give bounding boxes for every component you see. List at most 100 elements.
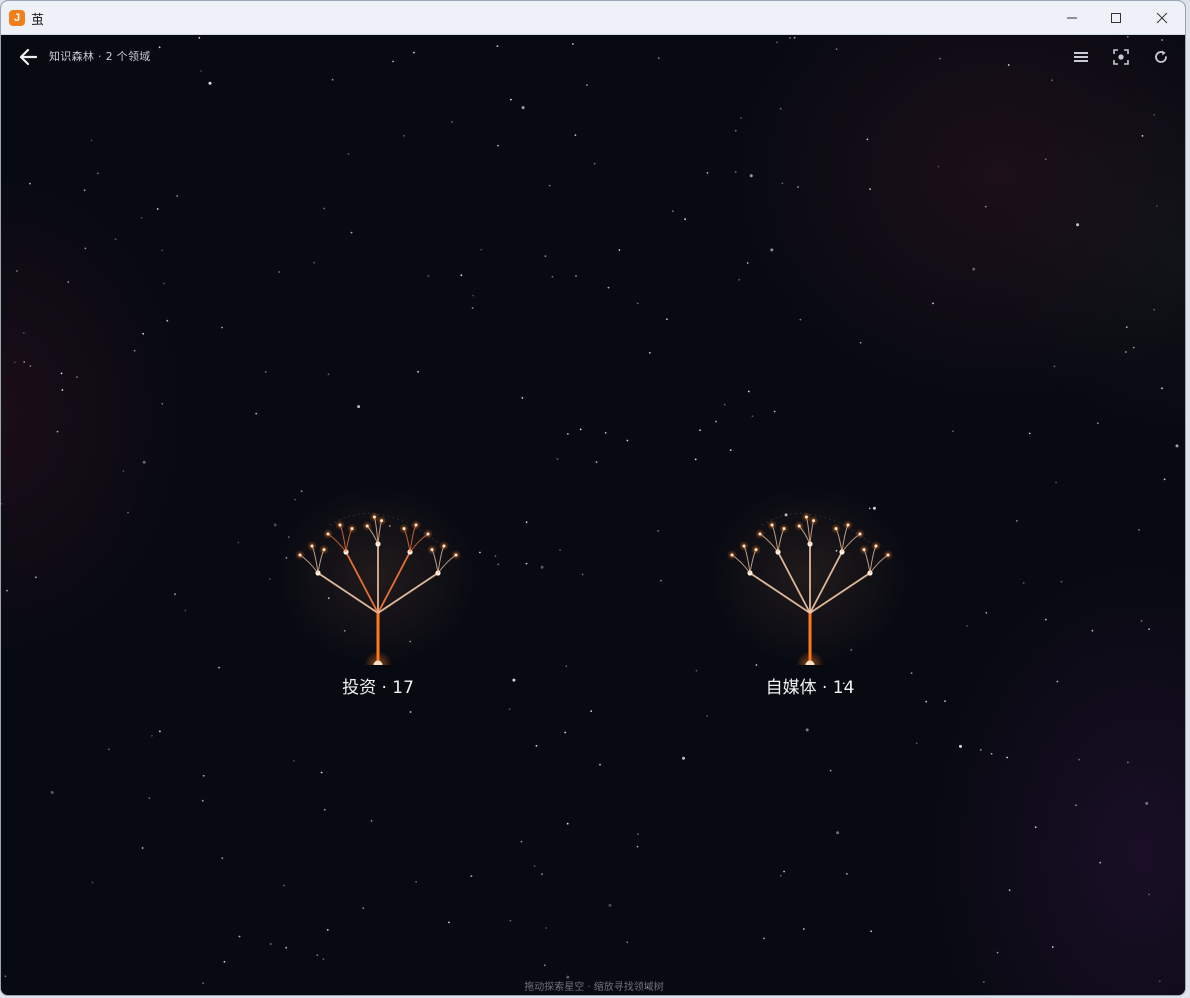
- star: [636, 302, 639, 305]
- star: [575, 275, 577, 277]
- star: [626, 439, 629, 442]
- star: [97, 172, 99, 175]
- star: [915, 742, 918, 745]
- star: [521, 397, 524, 399]
- star: [508, 708, 511, 711]
- star: [559, 549, 561, 552]
- title-bar[interactable]: J 茧: [1, 1, 1185, 35]
- leaf-node: [380, 519, 384, 523]
- star: [392, 60, 394, 63]
- starfield: [1, 35, 1179, 995]
- minimize-button[interactable]: [1049, 1, 1095, 35]
- leaf-node: [812, 519, 816, 523]
- star: [350, 231, 353, 234]
- star: [1145, 801, 1149, 805]
- star: [6, 589, 8, 592]
- close-button[interactable]: [1139, 1, 1185, 35]
- star: [1126, 35, 1129, 38]
- star: [60, 372, 63, 375]
- star: [320, 771, 323, 774]
- star: [159, 730, 161, 733]
- star: [285, 946, 288, 949]
- star: [362, 907, 365, 910]
- star: [1022, 582, 1025, 584]
- star: [331, 78, 334, 81]
- star: [1044, 618, 1047, 621]
- star: [278, 271, 281, 273]
- star: [599, 763, 601, 766]
- star: [108, 748, 110, 751]
- star: [1148, 893, 1151, 896]
- domain-label-investing[interactable]: 投资 · 17: [278, 673, 478, 698]
- refresh-button[interactable]: [1148, 44, 1174, 70]
- domain-tree-media[interactable]: [710, 465, 910, 665]
- star-canvas[interactable]: 知识森林 · 2 个领域 投资 · 17 自媒体 · 14 拖动探索星空 · 缩…: [1, 35, 1185, 995]
- star: [413, 51, 415, 54]
- star: [218, 666, 221, 669]
- list-view-button[interactable]: [1068, 44, 1094, 70]
- star: [740, 117, 742, 119]
- star: [565, 665, 568, 668]
- star: [521, 106, 525, 110]
- leaf-node: [326, 532, 330, 536]
- star: [166, 319, 169, 322]
- star: [636, 845, 639, 848]
- star: [564, 731, 567, 734]
- star: [939, 57, 941, 60]
- domain-tree-investing[interactable]: [278, 465, 478, 665]
- maximize-button[interactable]: [1093, 1, 1139, 35]
- star: [1153, 308, 1156, 311]
- star: [770, 248, 774, 252]
- star: [161, 402, 164, 405]
- leaf-node: [442, 544, 446, 548]
- back-button[interactable]: [15, 44, 41, 70]
- star: [283, 884, 285, 887]
- star: [1127, 761, 1129, 764]
- star: [581, 573, 584, 576]
- star: [221, 326, 223, 329]
- star: [35, 576, 37, 579]
- star: [572, 43, 574, 45]
- breadcrumb: 知识森林 · 2 个领域: [49, 50, 151, 63]
- star: [1008, 889, 1011, 891]
- star: [607, 286, 610, 289]
- star: [497, 563, 500, 566]
- star: [357, 405, 361, 409]
- star: [1091, 629, 1094, 632]
- star: [781, 182, 784, 185]
- star: [255, 412, 258, 415]
- domain-label-media[interactable]: 自媒体 · 14: [710, 673, 910, 698]
- star: [749, 174, 753, 178]
- star: [952, 430, 954, 433]
- star: [23, 361, 26, 363]
- star: [201, 799, 204, 802]
- star: [525, 521, 528, 523]
- star: [1056, 680, 1059, 683]
- star: [1161, 39, 1163, 41]
- star: [415, 880, 417, 883]
- star: [544, 255, 547, 258]
- star: [316, 954, 319, 956]
- star: [984, 205, 987, 208]
- star: [494, 555, 497, 558]
- leaf-node: [874, 544, 878, 548]
- star: [470, 875, 473, 877]
- star: [471, 307, 474, 309]
- leaf-node: [414, 523, 418, 527]
- star: [114, 238, 117, 241]
- star: [773, 410, 776, 413]
- star: [672, 210, 674, 213]
- maximize-icon: [1111, 13, 1121, 23]
- star: [751, 415, 754, 418]
- star: [158, 46, 161, 49]
- star: [996, 951, 999, 954]
- refresh-icon: [1155, 50, 1167, 63]
- star: [1075, 804, 1077, 807]
- fit-view-button[interactable]: [1108, 44, 1134, 70]
- star: [1156, 205, 1158, 207]
- star: [985, 612, 988, 614]
- star: [541, 873, 543, 876]
- star: [509, 919, 512, 922]
- star: [13, 361, 16, 364]
- star: [238, 935, 241, 938]
